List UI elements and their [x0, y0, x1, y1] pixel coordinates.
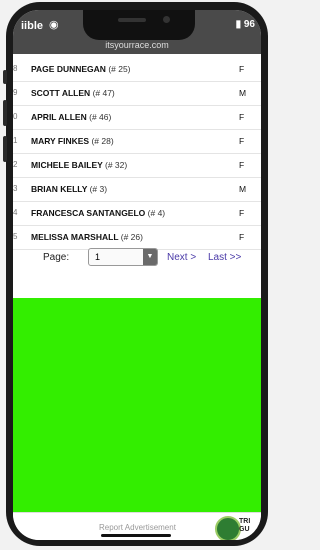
bib-number: (# 32): [105, 160, 128, 170]
bib-number: (# 47): [92, 88, 115, 98]
page-label: Page:: [43, 252, 70, 263]
runner-gender: F: [239, 112, 245, 122]
speaker-grille: [118, 18, 146, 22]
volume-up-button: [3, 100, 7, 126]
runner-name[interactable]: MARY FINKES (# 28): [31, 136, 114, 146]
mute-switch: [3, 70, 7, 84]
camera-icon: [163, 16, 170, 23]
bib-number: (# 46): [89, 112, 112, 122]
runner-gender: F: [239, 136, 245, 146]
page-select[interactable]: 1 ▼: [88, 248, 158, 266]
result-row[interactable]: 0 APRIL ALLEN (# 46) F: [13, 106, 261, 130]
status-bar: iible ◉ ▮ 96 itsyourrace.com: [13, 10, 261, 54]
volume-down-button: [3, 136, 7, 162]
runner-name[interactable]: MICHELE BAILEY (# 32): [31, 160, 127, 170]
notch: [83, 10, 195, 40]
url-bar[interactable]: itsyourrace.com: [13, 40, 261, 50]
trigu-logo-icon[interactable]: [215, 516, 241, 540]
battery-indicator: ▮ 96: [235, 19, 255, 30]
runner-name[interactable]: PAGE DUNNEGAN (# 25): [31, 64, 131, 74]
bib-number: (# 3): [89, 184, 108, 194]
row-index: 9: [13, 88, 18, 97]
row-index: 8: [13, 64, 18, 73]
row-index: 1: [13, 136, 18, 145]
runner-gender: M: [239, 184, 247, 194]
bib-number: (# 4): [147, 208, 166, 218]
bib-number: (# 26): [120, 232, 143, 242]
row-index: 5: [13, 232, 18, 241]
next-page-link[interactable]: Next >: [167, 252, 196, 263]
result-row[interactable]: 9 SCOTT ALLEN (# 47) M: [13, 82, 261, 106]
runner-gender: F: [239, 160, 245, 170]
battery-level: 96: [243, 19, 255, 30]
result-row[interactable]: 1 MARY FINKES (# 28) F: [13, 130, 261, 154]
row-index: 2: [13, 160, 18, 169]
runner-name[interactable]: APRIL ALLEN (# 46): [31, 112, 111, 122]
runner-gender: F: [239, 232, 245, 242]
result-row[interactable]: 4 FRANCESCA SANTANGELO (# 4) F: [13, 202, 261, 226]
runner-gender: M: [239, 88, 247, 98]
row-index: 0: [13, 112, 18, 121]
result-row[interactable]: 8 PAGE DUNNEGAN (# 25) F: [13, 58, 261, 82]
runner-gender: F: [239, 208, 245, 218]
result-row[interactable]: 2 MICHELE BAILEY (# 32) F: [13, 154, 261, 178]
runner-gender: F: [239, 64, 245, 74]
carrier-label: iible: [21, 20, 44, 32]
home-indicator: [101, 534, 171, 537]
row-index: 4: [13, 208, 18, 217]
pagination: Page: 1 ▼ Next > Last >>: [13, 242, 261, 268]
advertisement-banner[interactable]: [13, 298, 261, 512]
report-advertisement-link[interactable]: Report Advertisement: [99, 523, 176, 532]
wifi-icon: ◉: [49, 19, 59, 31]
phone-screen: iible ◉ ▮ 96 itsyourrace.com 8 PAGE DUNN…: [13, 10, 261, 540]
runner-name[interactable]: MELISSA MARSHALL (# 26): [31, 232, 143, 242]
page-select-value: 1: [95, 252, 101, 262]
bib-number: (# 25): [108, 64, 131, 74]
row-index: 3: [13, 184, 18, 193]
chevron-down-icon: ▼: [143, 249, 157, 265]
runner-name[interactable]: FRANCESCA SANTANGELO (# 4): [31, 208, 165, 218]
bib-number: (# 28): [91, 136, 114, 146]
results-list: 8 PAGE DUNNEGAN (# 25) F 9 SCOTT ALLEN (…: [13, 58, 261, 250]
brand-label: TRI GU: [239, 518, 251, 533]
last-page-link[interactable]: Last >>: [208, 252, 241, 263]
runner-name[interactable]: BRIAN KELLY (# 3): [31, 184, 107, 194]
result-row[interactable]: 3 BRIAN KELLY (# 3) M: [13, 178, 261, 202]
runner-name[interactable]: SCOTT ALLEN (# 47): [31, 88, 115, 98]
